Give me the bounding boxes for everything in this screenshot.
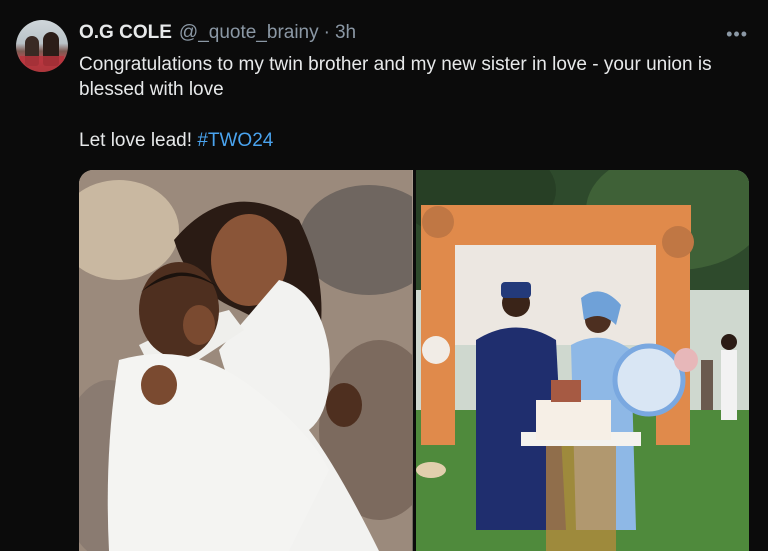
- couple-photo-illustration: [79, 170, 413, 551]
- media-photo-1[interactable]: [79, 170, 413, 551]
- hashtag-link[interactable]: #TWO24: [197, 130, 273, 151]
- media-grid: [79, 170, 749, 551]
- timestamp[interactable]: 3h: [335, 22, 356, 44]
- more-horizontal-icon[interactable]: •••: [726, 24, 748, 45]
- tweet-text-line2: Let love lead! #TWO24: [79, 128, 273, 153]
- tweet-header: O.G COLE @_quote_brainy · 3h: [79, 22, 356, 44]
- avatar[interactable]: [16, 20, 68, 72]
- separator-dot: ·: [323, 22, 330, 43]
- tweet-text-prefix: Let love lead!: [79, 130, 198, 151]
- avatar-fabric: [20, 56, 64, 72]
- tweet-text: Congratulations to my twin brother and m…: [79, 54, 712, 100]
- media-photo-2[interactable]: [415, 170, 749, 551]
- wedding-photo-illustration: [415, 170, 749, 551]
- user-handle[interactable]: @_quote_brainy: [179, 22, 319, 44]
- display-name[interactable]: O.G COLE: [79, 22, 172, 44]
